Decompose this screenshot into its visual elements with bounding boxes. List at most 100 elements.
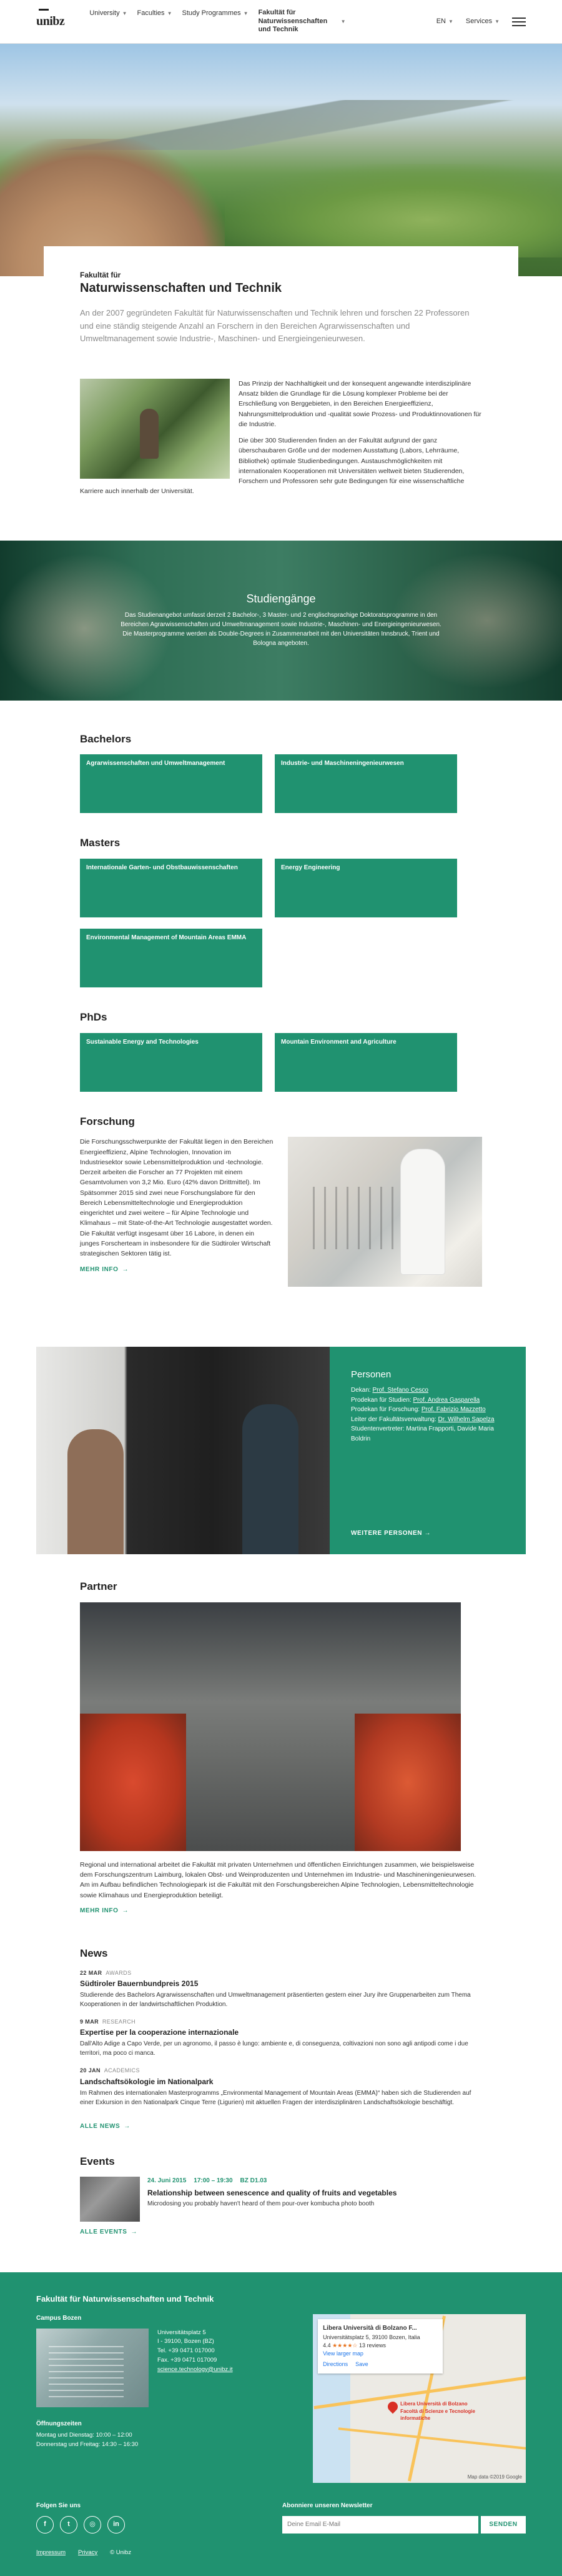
forschung-section: Forschung Die Forschungsschwerpunkte der… [44,1114,518,1287]
lab-photo [287,1137,482,1287]
news-heading: News [80,1947,108,1959]
chevron-down-icon: ▼ [122,11,127,17]
hours-line: Montag und Dienstag: 10:00 – 12:00 [36,2432,132,2439]
legal-links: Impressum Privacy © Unibz [36,2549,526,2557]
newsletter-title: Abonniere unseren Newsletter [282,2502,373,2510]
news-title: Expertise per la cooperazione internazio… [80,2028,239,2037]
event-text: Microdosing you probably haven't heard o… [147,2200,375,2208]
map-pin-icon[interactable] [385,2399,400,2414]
newsletter-submit-button[interactable]: SENDEN [481,2515,526,2534]
forschung-text: Die Forschungsschwerpunkte der Fakultät … [80,1138,274,1258]
impressum-link[interactable]: Impressum [36,2549,66,2557]
main-nav: University ▼ Faculties ▼ Study Programme… [89,9,345,34]
masters-heading: Masters [80,837,121,849]
menu-icon[interactable] [512,17,526,26]
all-news-link[interactable]: ALLE NEWS → [80,2122,131,2132]
phds-heading: PhDs [80,1011,107,1024]
degree-card[interactable]: Sustainable Energy and Technologies [80,1032,262,1092]
site-header: unibz University ▼ Faculties ▼ Study Pro… [0,0,562,44]
phone-line: Tel. +39 0471 017000 [157,2347,215,2355]
degree-card[interactable]: Agrarwissenschaften und Umweltmanagement [80,754,262,814]
person-row: Prodekan für Forschung: Prof. Fabrizio M… [351,1405,505,1415]
instagram-icon[interactable]: ◎ [84,2515,101,2534]
map-rating: 4.4 [323,2342,331,2349]
masters-group: Masters Internationale Garten- und Obstb… [80,836,482,988]
map-place-address: Universitätsplatz 5, 39100 Bozen, Italia [323,2334,420,2340]
privacy-link[interactable]: Privacy [78,2549,97,2557]
all-events-link[interactable]: ALLE EVENTS → [80,2228,137,2237]
partner-factory-photo [80,1602,461,1851]
map-save-button[interactable]: Save [355,2360,368,2369]
chevron-down-icon: ▼ [340,18,346,24]
map-directions-button[interactable]: Directions [323,2360,348,2369]
news-section: News 22 MAR AWARDS Südtiroler Bauernbund… [44,1946,518,2132]
chevron-down-icon: ▼ [167,11,172,17]
student-representatives: Studentenvertreter: Martina Frapporti, D… [351,1425,494,1442]
email-link[interactable]: science.technology@unibz.it [157,2366,233,2373]
students-field-photo [80,378,230,479]
hero-image [0,44,562,276]
person-link[interactable]: Prof. Stefano Cesco [372,1387,428,1394]
unibz-logo[interactable]: unibz [36,9,65,31]
person-link[interactable]: Dr. Wilhelm Sapelza [438,1416,495,1423]
news-title: Südtiroler Bauernbundpreis 2015 [80,1979,199,1988]
campus-address: Universitätsplatz 5 I - 39100, Bozen (BZ… [157,2329,233,2407]
news-item[interactable]: 22 MAR AWARDS Südtiroler Bauernbundpreis… [80,1969,482,2009]
degree-card[interactable]: Internationale Garten- und Obstbauwissen… [80,859,262,918]
person-link[interactable]: Prof. Andrea Gasparella [413,1397,480,1404]
language-switcher[interactable]: EN ▼ [436,17,453,27]
address-line: Universitätsplatz 5 [157,2329,206,2336]
arrow-right-icon: → [124,2122,131,2130]
nav-faculties[interactable]: Faculties ▼ [137,9,172,19]
degrees-section: Bachelors Agrarwissenschaften und Umwelt… [44,732,518,1092]
degree-card[interactable]: Mountain Environment and Agriculture [275,1032,457,1092]
news-title: Landschaftsökologie im Nationalpark [80,2077,214,2086]
twitter-icon[interactable]: t [60,2515,77,2534]
partner-more-link[interactable]: MEHR INFO → [80,1907,129,1916]
nav-study-programmes[interactable]: Study Programmes ▼ [182,9,248,19]
personen-section: Personen Dekan: Prof. Stefano Cesco Prod… [36,1347,526,1555]
degree-card[interactable]: Environmental Management of Mountain Are… [80,929,262,988]
nav-current-faculty-label: Fakultät für Naturwissenschaften und Tec… [258,8,328,34]
news-date: 9 MAR [80,2019,99,2025]
news-date: 22 MAR [80,1969,102,1976]
person-row: Prodekan für Studien: Prof. Andrea Gaspa… [351,1395,505,1405]
nav-university[interactable]: University ▼ [89,9,127,19]
degree-card[interactable]: Industrie- und Maschineningenieurwesen [275,754,457,814]
view-larger-map-link[interactable]: View larger map [323,2350,438,2358]
map-pin-label: Libera Università di Bolzano Facoltà di … [400,2401,475,2422]
news-tag: ACADEMICS [104,2067,140,2074]
event-date: 24. Juni 2015 [147,2177,187,2185]
person-role: Prodekan für Forschung: [351,1406,422,1414]
map-reviews: 13 reviews [358,2342,386,2349]
person-row: Leiter der Fakultätsverwaltung: Dr. Wilh… [351,1415,505,1425]
opening-hours: Montag und Dienstag: 10:00 – 12:00 Donne… [36,2431,300,2449]
more-link-label: MEHR INFO [80,1266,119,1274]
news-item[interactable]: 9 MAR RESEARCH Expertise per la cooperaz… [80,2018,482,2058]
degree-card[interactable]: Energy Engineering [275,859,457,918]
news-tag: AWARDS [106,1969,132,1976]
google-map[interactable]: Libera Università di Bolzano F... Univer… [313,2314,526,2484]
services-menu[interactable]: Services ▼ [466,17,500,27]
partner-section: Partner Regional und international arbei… [44,1579,518,1916]
chevron-down-icon: ▼ [243,11,249,17]
forschung-more-link[interactable]: MEHR INFO → [80,1265,129,1275]
bachelors-group: Bachelors Agrarwissenschaften und Umwelt… [80,732,482,814]
events-heading: Events [80,2155,115,2167]
facebook-icon[interactable]: f [36,2515,54,2534]
event-time: 17:00 – 19:30 [194,2177,233,2185]
site-footer: Fakultät für Naturwissenschaften und Tec… [0,2272,562,2576]
more-link-label: MEHR INFO [80,1907,119,1914]
nav-current-faculty[interactable]: Fakultät für Naturwissenschaften und Tec… [259,9,346,34]
news-item[interactable]: 20 JAN ACADEMICS Landschaftsökologie im … [80,2067,482,2107]
page-kicker: Fakultät für [80,271,121,279]
event-item[interactable]: 24. Juni 2015 17:00 – 19:30 BZ D1.03 Rel… [80,2177,482,2222]
linkedin-icon[interactable]: in [107,2515,125,2534]
all-news-label: ALLE NEWS [80,2122,121,2130]
arrow-right-icon: → [131,2229,138,2236]
more-people-link[interactable]: WEITERE PERSONEN → [351,1529,505,1539]
more-people-label: WEITERE PERSONEN [351,1529,423,1537]
person-link[interactable]: Prof. Fabrizio Mazzetto [422,1406,486,1413]
fax-line: Fax. +39 0471 017009 [157,2356,217,2364]
newsletter-email-input[interactable] [282,2515,478,2534]
